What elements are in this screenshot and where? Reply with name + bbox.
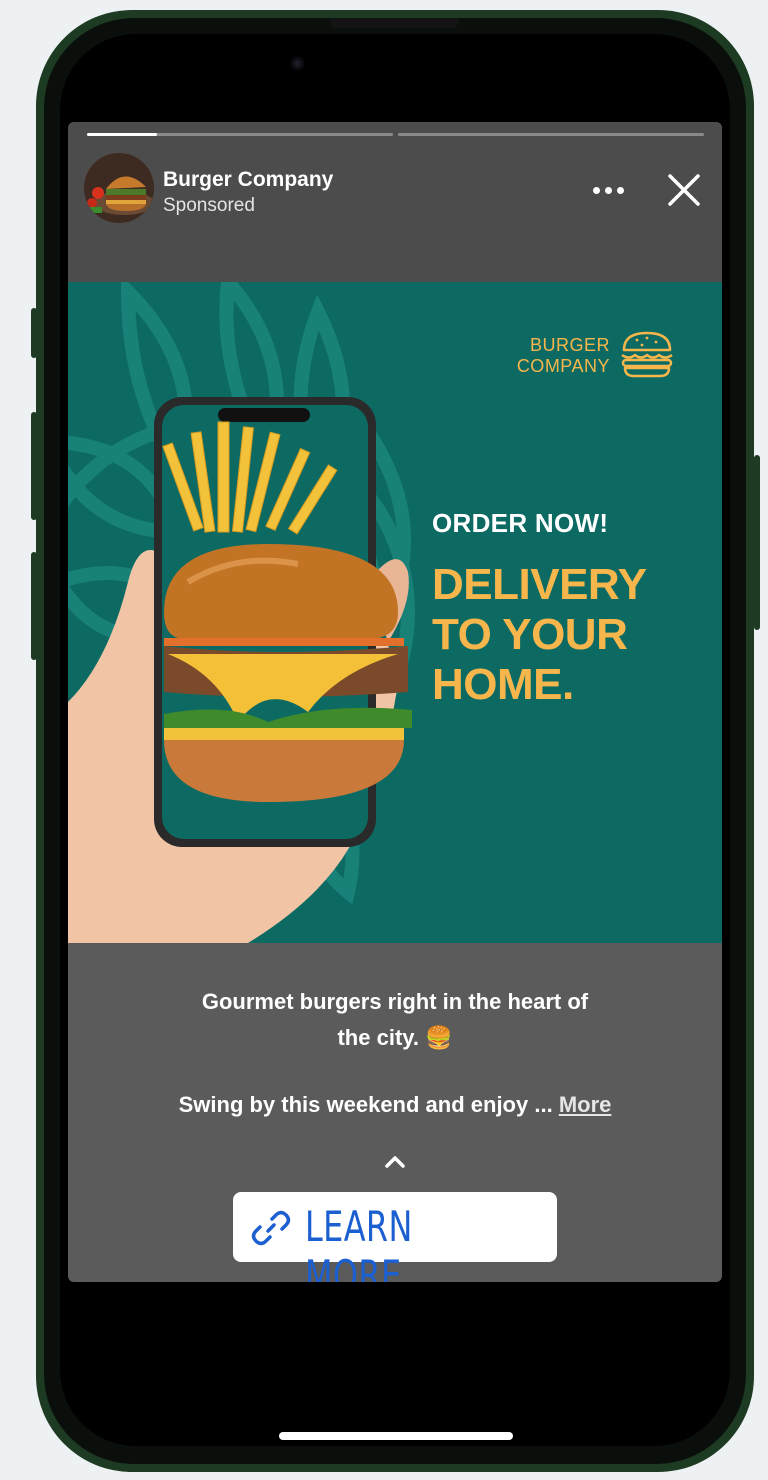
headline-line-3: HOME. <box>432 660 574 709</box>
home-indicator[interactable] <box>279 1432 513 1440</box>
order-now-text: ORDER NOW! <box>432 508 609 538</box>
delivery-headline: DELIVERY TO YOUR HOME. <box>432 560 712 710</box>
brand-logo-line2: COMPANY <box>516 356 610 376</box>
account-name[interactable]: Burger Company <box>163 168 333 192</box>
ad-caption: Gourmet burgers right in the heart of th… <box>68 984 722 1056</box>
story-progress-fill-1 <box>87 133 158 136</box>
story-progress-segment-1 <box>87 133 393 136</box>
close-icon[interactable] <box>666 172 702 208</box>
headline-line-1: DELIVERY <box>432 560 647 609</box>
volume-down-button <box>31 552 37 660</box>
silent-switch <box>31 308 37 358</box>
phone-in-hand-image <box>68 397 412 943</box>
caption-line-3-row: Swing by this weekend and enjoy ... More <box>68 1092 722 1118</box>
avatar-burger-image <box>84 153 154 223</box>
link-icon <box>249 1206 293 1250</box>
speaker-grille <box>330 18 458 28</box>
caption-line-2: the city. 🍔 <box>337 1025 453 1050</box>
headline-line-2: TO YOUR <box>432 610 628 659</box>
link-icon-graphic <box>251 1210 291 1246</box>
sponsored-label: Sponsored <box>163 195 255 216</box>
brand-logo-line1: BURGER <box>529 335 610 355</box>
burger-icon <box>620 330 674 378</box>
more-horizontal-icon[interactable] <box>589 177 629 201</box>
learn-more-label: LEARN MORE <box>305 1202 413 1282</box>
chevron-up-icon[interactable] <box>381 1152 409 1172</box>
front-camera <box>291 57 304 70</box>
story-progress-segment-2 <box>398 133 704 136</box>
story-ad-card[interactable]: Burger Company Sponsored BURGER COMPANY … <box>68 122 722 1282</box>
learn-more-button[interactable]: LEARN MORE <box>233 1192 557 1282</box>
notch <box>260 42 534 100</box>
dot <box>617 187 624 194</box>
dot <box>605 187 612 194</box>
caption-line-1: Gourmet burgers right in the heart of <box>201 989 589 1014</box>
dot <box>593 187 600 194</box>
burger-icon-graphic <box>621 331 673 378</box>
chevron-up-icon-graphic <box>385 1156 405 1168</box>
close-icon-graphic <box>668 174 700 206</box>
more-link[interactable]: More <box>559 1092 612 1117</box>
brand-logo-text: BURGER COMPANY <box>517 335 610 377</box>
volume-up-button <box>31 412 37 520</box>
ad-creative[interactable]: BURGER COMPANY ORDER NOW! DELIVERY TO YO… <box>68 282 722 943</box>
power-button <box>754 455 760 630</box>
caption-line-3: Swing by this weekend and enjoy ... <box>178 1092 553 1117</box>
account-avatar[interactable] <box>84 153 154 223</box>
